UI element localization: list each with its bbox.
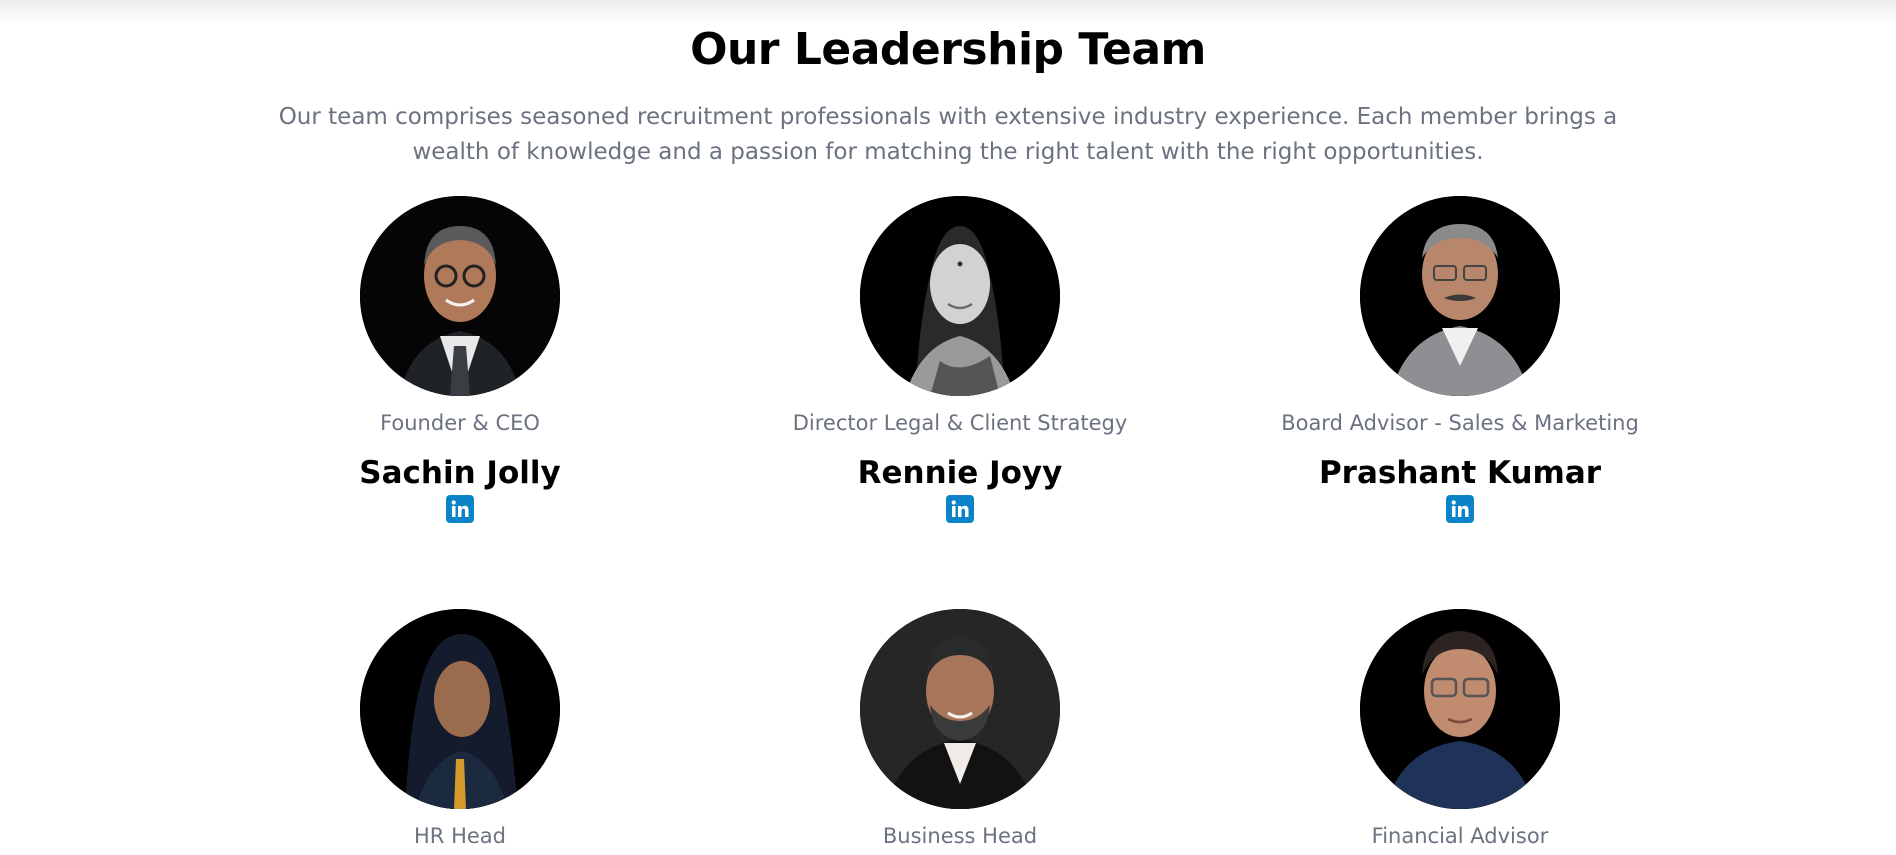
member-photo — [360, 196, 560, 396]
member-photo — [360, 609, 560, 809]
header-shadow — [0, 0, 1896, 24]
member-role: Director Legal & Client Strategy — [792, 411, 1128, 435]
member-role: Financial Advisor — [1371, 824, 1549, 848]
member-name: Rennie Joyy — [857, 455, 1063, 491]
section-description: Our team comprises seasoned recruitment … — [278, 104, 1618, 165]
section-title: Our Leadership Team — [690, 24, 1206, 75]
member-role: Founder & CEO — [380, 411, 540, 435]
team-member-card: Director Legal & Client Strategy Rennie … — [750, 196, 1170, 536]
member-role: Board Advisor - Sales & Marketing — [1281, 411, 1639, 435]
member-name: Sachin Jolly — [359, 455, 561, 491]
member-photo — [1360, 196, 1560, 396]
member-role: Business Head — [882, 824, 1038, 848]
team-member-card: HR Head — [250, 609, 670, 855]
team-member-card: Business Head — [750, 609, 1170, 855]
linkedin-icon[interactable] — [946, 495, 974, 523]
team-member-card: Financial Advisor — [1250, 609, 1670, 855]
member-role: HR Head — [414, 824, 506, 848]
member-photo — [1360, 609, 1560, 809]
team-member-card: Board Advisor - Sales & Marketing Prasha… — [1250, 196, 1670, 536]
linkedin-icon[interactable] — [1446, 495, 1474, 523]
member-name: Prashant Kumar — [1318, 455, 1602, 491]
member-photo — [860, 196, 1060, 396]
team-member-card: Founder & CEO Sachin Jolly — [250, 196, 670, 536]
leadership-team-page: Our Leadership Team Our team comprises s… — [0, 0, 1896, 855]
linkedin-icon[interactable] — [446, 495, 474, 523]
member-photo — [860, 609, 1060, 809]
